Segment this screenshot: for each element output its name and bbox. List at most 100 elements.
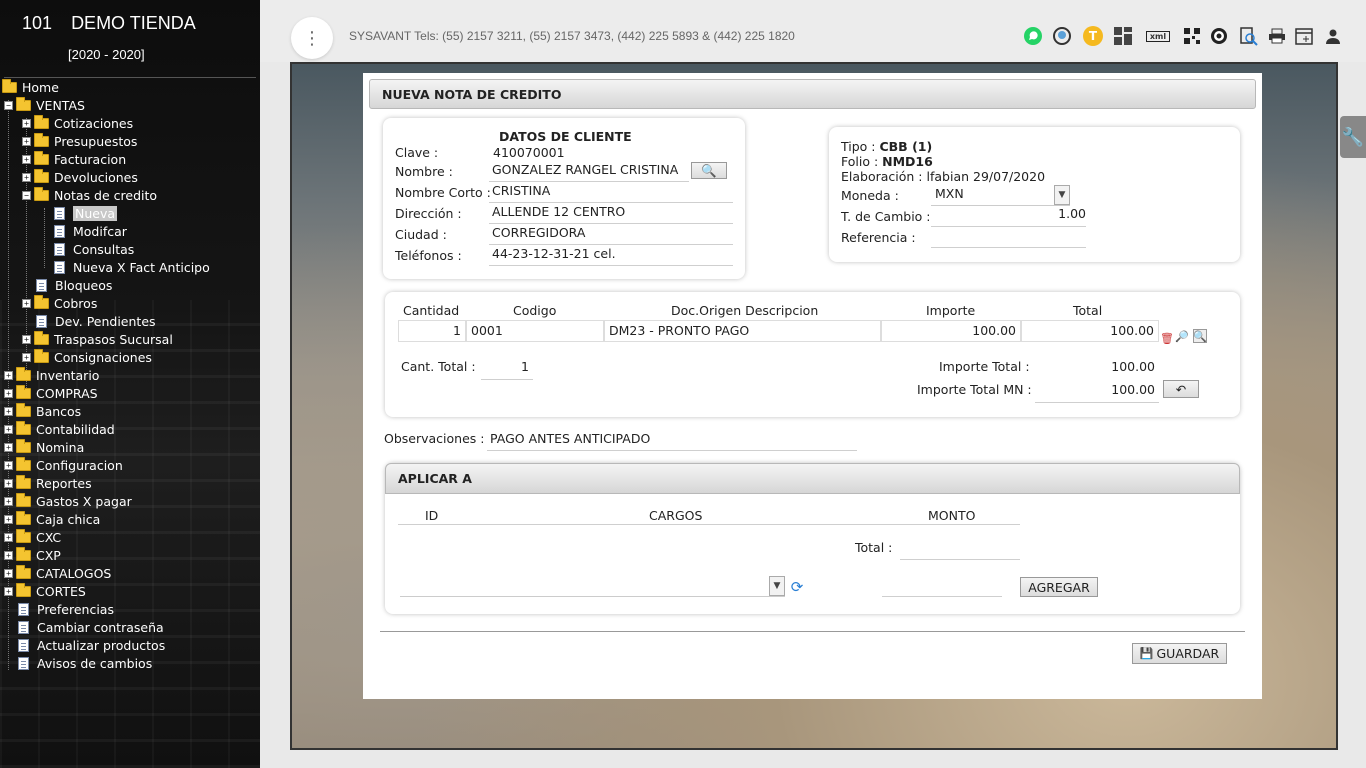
qr-icon[interactable]: [1182, 26, 1202, 46]
refresh-icon[interactable]: ⟳: [789, 578, 805, 596]
tree-item-consignaciones[interactable]: + Consignaciones: [22, 348, 152, 366]
expand-icon[interactable]: +: [22, 334, 31, 344]
contact-phones: SYSAVANT Tels: (55) 2157 3211, (55) 2157…: [349, 29, 795, 43]
printer-icon[interactable]: [1267, 26, 1287, 46]
importe-input[interactable]: 100.00: [881, 320, 1021, 342]
tree-item-consultas[interactable]: Consultas: [54, 240, 134, 258]
user-t-icon[interactable]: T: [1083, 26, 1103, 46]
expand-icon[interactable]: +: [4, 406, 13, 416]
tree-item-gastos[interactable]: + Gastos X pagar: [4, 492, 132, 510]
sidebar: 101 DEMO TIENDA [2020 - 2020] Home − VENT…: [0, 0, 260, 768]
tree-item-cambiar-pass[interactable]: Cambiar contraseña: [18, 618, 164, 636]
tree-item-cotizaciones[interactable]: + Cotizaciones: [22, 114, 133, 132]
tree-item-inventario[interactable]: + Inventario: [4, 366, 99, 384]
tree-item-ventas[interactable]: − VENTAS: [4, 96, 85, 114]
xml-icon[interactable]: xml: [1143, 26, 1173, 46]
whatsapp-icon[interactable]: [1023, 26, 1043, 46]
support-icon[interactable]: [1052, 26, 1072, 46]
expand-icon[interactable]: +: [4, 424, 13, 434]
fiscal-years: [2020 - 2020]: [68, 47, 145, 62]
codigo-input[interactable]: 0001: [466, 320, 604, 342]
chevron-down-icon[interactable]: ▼: [1054, 185, 1070, 205]
tree-item-devoluciones[interactable]: + Devoluciones: [22, 168, 138, 186]
tree-item-caja-chica[interactable]: + Caja chica: [4, 510, 100, 528]
tree-item-traspasos[interactable]: + Traspasos Sucursal: [22, 330, 173, 348]
tree-item-reportes[interactable]: + Reportes: [4, 474, 92, 492]
expand-icon[interactable]: +: [4, 550, 13, 560]
search-client-button[interactable]: 🔍: [691, 162, 727, 179]
chevron-down-icon[interactable]: ▼: [769, 576, 785, 596]
undo-icon: ↶: [1175, 381, 1187, 397]
descripcion-input[interactable]: DM23 - PRONTO PAGO: [604, 320, 881, 342]
return-button[interactable]: ↶: [1163, 380, 1199, 398]
tree-item-dev-pendientes[interactable]: Dev. Pendientes: [36, 312, 156, 330]
credit-note-panel: NUEVA NOTA DE CREDITO DATOS DE CLIENTE C…: [363, 73, 1262, 699]
profile-icon[interactable]: [1323, 26, 1343, 46]
menu-button[interactable]: ⋮: [291, 17, 333, 59]
zoom-icon[interactable]: 🔎: [1175, 329, 1189, 343]
folder-icon: [16, 402, 31, 417]
expand-icon[interactable]: +: [22, 118, 31, 128]
search-doc-icon[interactable]: [1238, 26, 1258, 46]
expand-icon[interactable]: +: [22, 154, 31, 164]
folder-open-icon: [34, 186, 49, 201]
trash-icon[interactable]: 🗑: [1160, 331, 1174, 345]
tree-item-preferencias[interactable]: Preferencias: [18, 600, 114, 618]
tree-item-bancos[interactable]: + Bancos: [4, 402, 81, 420]
col-monto: MONTO: [928, 508, 976, 523]
expand-icon[interactable]: +: [4, 514, 13, 524]
tree-item-cxp[interactable]: + CXP: [4, 546, 61, 564]
tree-item-bloqueos[interactable]: Bloqueos: [36, 276, 112, 294]
expand-icon[interactable]: +: [4, 460, 13, 470]
expand-icon[interactable]: +: [4, 586, 13, 596]
expand-icon[interactable]: +: [4, 388, 13, 398]
total-input[interactable]: 100.00: [1021, 320, 1159, 342]
tree-item-catalogos[interactable]: + CATALOGOS: [4, 564, 111, 582]
grid-icon[interactable]: [1113, 26, 1133, 46]
tree-item-cortes[interactable]: + CORTES: [4, 582, 86, 600]
tree-item-cxc[interactable]: + CXC: [4, 528, 61, 546]
expand-icon[interactable]: +: [22, 172, 31, 182]
tree-item-modifcar[interactable]: Modifcar: [54, 222, 127, 240]
page-icon: [18, 656, 29, 670]
expand-icon[interactable]: +: [4, 370, 13, 380]
wrench-icon[interactable]: 🔧: [1340, 116, 1366, 158]
agregar-button[interactable]: AGREGAR: [1020, 577, 1098, 597]
tree-item-notas-credito[interactable]: − Notas de credito: [22, 186, 157, 204]
importe-total-label: Importe Total :: [939, 359, 1030, 374]
col-cargos: CARGOS: [649, 508, 703, 523]
collapse-icon[interactable]: −: [4, 100, 13, 110]
tree-item-nueva-x-fact[interactable]: Nueva X Fact Anticipo: [54, 258, 210, 276]
tree-item-nueva[interactable]: Nueva: [54, 204, 118, 222]
tree-item-home[interactable]: Home: [2, 78, 59, 96]
expand-icon[interactable]: +: [22, 352, 31, 362]
tree-item-cobros[interactable]: + Cobros: [22, 294, 97, 312]
cantidad-input[interactable]: 1: [398, 320, 466, 342]
client-card: DATOS DE CLIENTE Clave : 410070001 Nombr…: [383, 118, 745, 279]
cargos-select[interactable]: ▼: [400, 576, 785, 597]
expand-icon[interactable]: +: [4, 532, 13, 542]
tree-item-facturacion[interactable]: + Facturacion: [22, 150, 126, 168]
expand-icon[interactable]: +: [22, 136, 31, 146]
tree-item-actualizar[interactable]: Actualizar productos: [18, 636, 165, 654]
tree-item-contabilidad[interactable]: + Contabilidad: [4, 420, 115, 438]
tree-item-nomina[interactable]: + Nomina: [4, 438, 84, 456]
tree-item-configuracion[interactable]: + Configuracion: [4, 456, 123, 474]
tcambio-input[interactable]: 1.00: [931, 206, 1086, 221]
tree-item-avisos[interactable]: Avisos de cambios: [18, 654, 152, 672]
expand-icon[interactable]: +: [4, 478, 13, 488]
guardar-button[interactable]: 💾 GUARDAR: [1132, 643, 1227, 664]
moneda-select[interactable]: MXN ▼: [931, 184, 1070, 206]
tree-item-compras[interactable]: + COMPRAS: [4, 384, 98, 402]
expand-icon[interactable]: +: [4, 442, 13, 452]
page-icon: [18, 602, 29, 616]
new-window-icon[interactable]: [1294, 26, 1314, 46]
expand-icon[interactable]: +: [4, 496, 13, 506]
expand-icon[interactable]: +: [22, 298, 31, 308]
expand-icon[interactable]: +: [4, 568, 13, 578]
observaciones-value[interactable]: PAGO ANTES ANTICIPADO: [490, 431, 650, 446]
search-icon[interactable]: 🔍: [1193, 329, 1207, 343]
collapse-icon[interactable]: −: [22, 190, 31, 200]
target-icon[interactable]: [1209, 26, 1229, 46]
tree-item-presupuestos[interactable]: + Presupuestos: [22, 132, 137, 150]
